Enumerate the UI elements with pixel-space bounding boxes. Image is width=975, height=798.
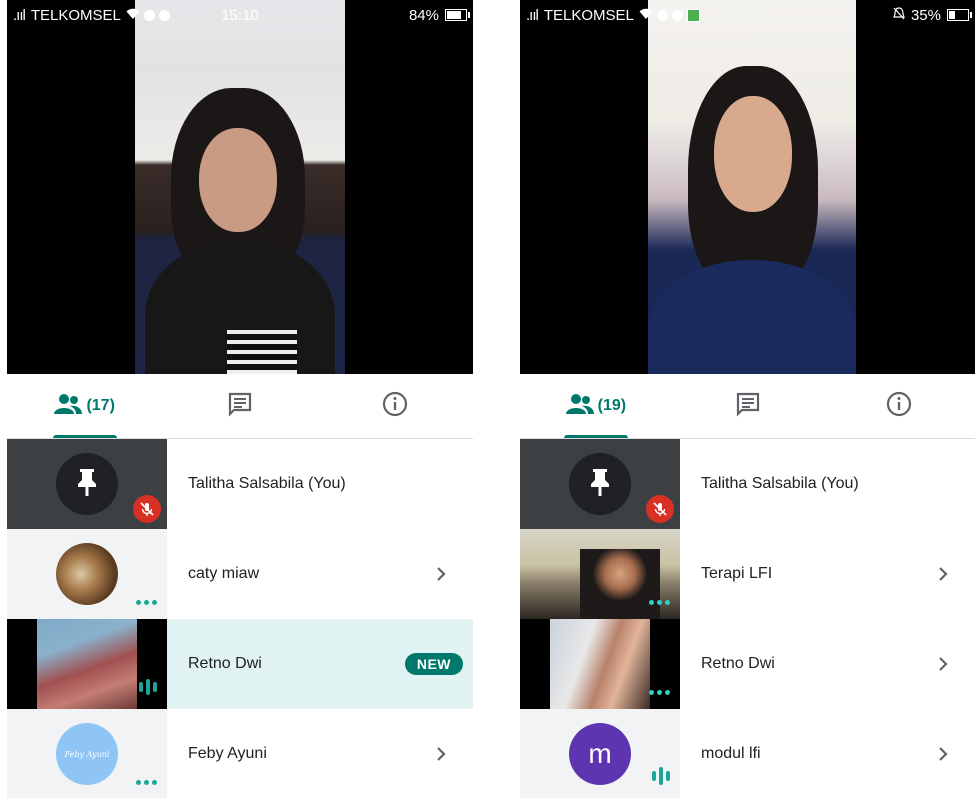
avatar-text: Feby Ayuni [64, 749, 110, 759]
video-feed [648, 0, 856, 374]
audio-dots-icon [136, 600, 157, 605]
carrier-name: TELKOMSEL [543, 6, 634, 24]
battery-icon [445, 9, 470, 21]
info-icon [886, 391, 912, 422]
whatsapp-icon [656, 9, 668, 21]
chevron-right-icon[interactable] [931, 742, 955, 766]
audio-dots-icon [649, 600, 670, 605]
info-icon [382, 391, 408, 422]
tab-chat[interactable] [162, 374, 317, 438]
wifi-icon [126, 7, 140, 24]
avatar-letter: m [588, 738, 612, 769]
participant-row[interactable]: Talitha Salsabila (You) [7, 439, 473, 529]
audio-dots-icon [649, 690, 670, 695]
tab-bar: (17) [7, 374, 473, 439]
chevron-right-icon[interactable] [931, 652, 955, 676]
avatar [56, 453, 118, 515]
avatar [569, 453, 631, 515]
chevron-right-icon[interactable] [429, 742, 453, 766]
chevron-right-icon[interactable] [429, 562, 453, 586]
audio-dots-icon [136, 780, 157, 785]
active-tab-indicator [563, 435, 628, 438]
tab-chat[interactable] [672, 374, 824, 438]
participant-row[interactable]: Talitha Salsabila (You) [520, 439, 975, 529]
participant-name: caty miaw [188, 565, 260, 582]
participant-row[interactable]: Retno Dwi [520, 619, 975, 709]
active-tab-indicator [52, 435, 117, 438]
participant-tile [7, 439, 167, 529]
participant-tile [520, 439, 680, 529]
participant-video [580, 549, 660, 619]
wifi-icon [639, 7, 653, 24]
status-bar: .ııl TELKOMSEL 13:26 35% [520, 0, 975, 30]
avatar [56, 543, 118, 605]
whatsapp-icon [143, 9, 155, 21]
battery-percent: 35% [910, 6, 941, 24]
pin-icon [75, 467, 99, 502]
audio-bars-icon [652, 767, 670, 785]
participant-video [550, 619, 650, 709]
tab-bar: (19) [520, 374, 975, 439]
audio-bars-icon [139, 679, 157, 695]
people-count: (19) [597, 397, 627, 414]
participant-tile [7, 529, 167, 619]
chevron-right-icon[interactable] [931, 562, 955, 586]
location-icon [671, 9, 683, 21]
participant-row[interactable]: m modul lfi [520, 709, 975, 798]
participant-name: Retno Dwi [701, 655, 775, 672]
participant-row[interactable]: caty miaw [7, 529, 473, 619]
participant-tile: Feby Ayuni [7, 709, 167, 798]
people-icon [565, 393, 594, 420]
phone-screen-right: .ııl TELKOMSEL 13:26 35% (19) Talitha Sa… [520, 0, 975, 798]
participant-name: Talitha Salsabila (You) [701, 475, 859, 492]
mic-off-icon [133, 495, 161, 523]
phone-screen-left: .ııl TELKOMSEL 15:10 84% (17) Talitha Sa… [7, 0, 473, 798]
battery-percent: 84% [408, 6, 439, 24]
participant-list: Talitha Salsabila (You) Terapi LFI Retno… [520, 439, 975, 798]
tab-info[interactable] [318, 374, 473, 438]
participant-row[interactable]: Retno Dwi NEW [7, 619, 473, 709]
status-bar: .ııl TELKOMSEL 15:10 84% [7, 0, 473, 30]
participant-tile [520, 529, 680, 619]
chat-icon [735, 391, 761, 422]
avatar: m [569, 723, 631, 785]
participant-name: Retno Dwi [188, 655, 262, 672]
new-badge: NEW [404, 653, 463, 675]
tab-people[interactable]: (17) [7, 374, 162, 438]
participant-tile [7, 619, 167, 709]
participant-name: Feby Ayuni [188, 745, 267, 762]
tab-people[interactable]: (19) [520, 374, 672, 438]
avatar: Feby Ayuni [56, 723, 118, 785]
participant-row[interactable]: Feby Ayuni Feby Ayuni [7, 709, 473, 798]
mic-off-icon [646, 495, 674, 523]
people-icon [54, 393, 83, 420]
main-video[interactable]: .ııl TELKOMSEL 13:26 35% [520, 0, 975, 374]
main-video[interactable]: .ııl TELKOMSEL 15:10 84% [7, 0, 473, 374]
participant-name: Terapi LFI [701, 565, 773, 582]
pin-icon [588, 467, 612, 502]
signal-icon: .ııl [526, 6, 539, 24]
participant-name: Talitha Salsabila (You) [188, 475, 346, 492]
signal-icon: .ııl [13, 6, 26, 24]
participant-tile [520, 619, 680, 709]
chat-icon [227, 391, 253, 422]
location-icon [158, 9, 170, 21]
alarm-muted-icon [893, 6, 905, 24]
tab-info[interactable] [823, 374, 975, 438]
notification-icon [686, 8, 700, 22]
carrier-name: TELKOMSEL [30, 6, 121, 24]
participant-video [37, 619, 137, 709]
participant-list: Talitha Salsabila (You) caty miaw Retno … [7, 439, 473, 798]
participant-name: modul lfi [701, 745, 761, 762]
battery-icon [947, 9, 972, 21]
people-count: (17) [86, 397, 115, 414]
participant-row[interactable]: Terapi LFI [520, 529, 975, 619]
participant-tile: m [520, 709, 680, 798]
video-feed [135, 0, 345, 374]
